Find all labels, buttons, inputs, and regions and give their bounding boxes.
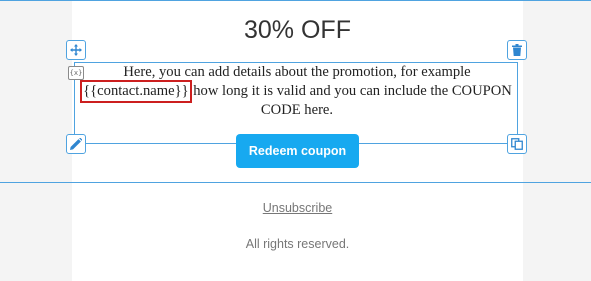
pencil-icon — [70, 138, 82, 150]
move-handle-button[interactable] — [66, 40, 86, 60]
trash-icon — [512, 44, 522, 56]
unsubscribe-link[interactable]: Unsubscribe — [72, 201, 523, 215]
body-text-before-tag: Here, you can add details about the prom… — [123, 64, 471, 80]
copy-icon — [511, 138, 523, 150]
promo-body-text[interactable]: Here, you can add details about the prom… — [80, 63, 514, 120]
promo-headline[interactable]: 30% OFF — [72, 16, 523, 45]
merge-tag-contact-name[interactable]: {{contact.name}} — [80, 80, 192, 103]
redeem-coupon-button[interactable]: Redeem coupon — [236, 134, 359, 168]
edit-block-button[interactable] — [66, 134, 86, 154]
move-icon — [70, 44, 82, 56]
body-text-after-tag: how long it is valid and you can include… — [193, 83, 512, 118]
insert-variable-icon[interactable]: {x} — [68, 66, 84, 80]
duplicate-block-button[interactable] — [507, 134, 527, 154]
delete-block-button[interactable] — [507, 40, 527, 60]
rights-text: All rights reserved. — [245, 237, 350, 251]
email-editor-canvas: 30% OFF Here, you can add details about … — [0, 0, 591, 281]
